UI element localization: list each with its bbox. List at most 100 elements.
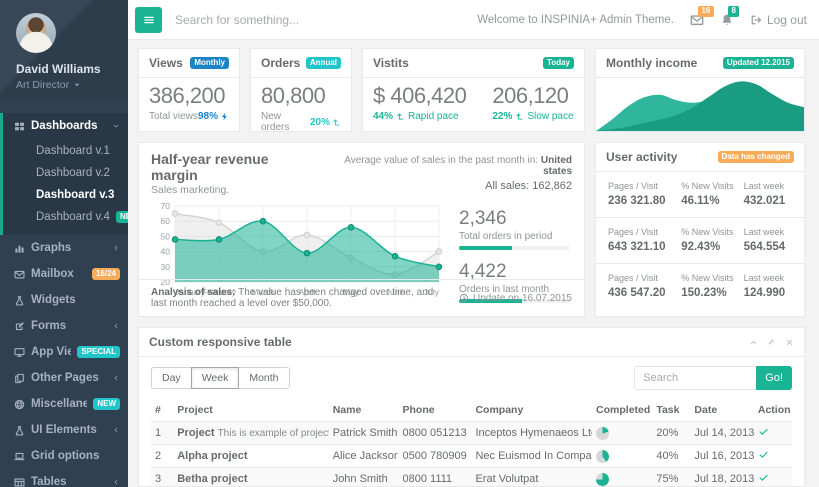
activity-stat-value: 436 547.20 (608, 287, 675, 299)
visits-title: Vistits (373, 56, 409, 70)
cell-company: Nec Euismod In Company (471, 445, 592, 468)
sidebar-item-app-views[interactable]: App ViewsSPECIAL (3, 339, 128, 365)
sidebar: David Williams Art Director DashboardsDa… (0, 0, 128, 487)
sidebar-subitem-dashboard-v-2[interactable]: Dashboard v.2 (3, 162, 128, 184)
sidebar-subitem-dashboard-v-3[interactable]: Dashboard v.3 (3, 184, 128, 206)
sidebar-item-forms[interactable]: Forms (3, 313, 128, 339)
chevron-left-icon (112, 244, 120, 252)
cell-name: Alice Jackson (329, 445, 399, 468)
chevron-left-icon (112, 322, 120, 330)
orders-badge: Annual (306, 57, 341, 69)
visits-value-left: $ 406,420 (373, 83, 466, 109)
minimize-sidebar-button[interactable] (135, 7, 162, 33)
sidebar-item-label: Other Pages (31, 372, 106, 384)
table-row: 2Alpha projectAlice Jackson0500 780909Ne… (151, 445, 792, 468)
views-card: Views Monthly 386,200 Total views 98% (138, 48, 240, 132)
table-search-go-button[interactable]: Go! (756, 366, 792, 390)
logout-button[interactable]: Log out (750, 13, 807, 27)
globe-icon (14, 399, 25, 410)
collapse-icon[interactable] (749, 338, 758, 347)
panel-tools (749, 338, 794, 347)
chevron-down-icon (112, 122, 120, 130)
check-icon[interactable] (758, 426, 769, 437)
svg-text:70: 70 (161, 201, 171, 211)
sidebar-item-grid-options[interactable]: Grid options (3, 443, 128, 469)
completed-pie-chart (596, 473, 609, 486)
sidebar-item-graphs[interactable]: Graphs (3, 235, 128, 261)
views-value: 386,200 (149, 83, 229, 109)
user-role-dropdown[interactable]: Art Director (16, 79, 120, 91)
avatar[interactable] (16, 13, 56, 53)
sidebar-item-tables[interactable]: Tables (3, 469, 128, 487)
monthly-income-card: Monthly income Updated 12.2015 (595, 48, 805, 132)
orders-value: 80,800 (261, 83, 341, 109)
level-up-icon (515, 112, 524, 121)
sidebar-subitem-dashboard-v-1[interactable]: Dashboard v.1 (3, 140, 128, 162)
filter-month-button[interactable]: Month (238, 367, 289, 389)
col-action: Action (754, 399, 792, 422)
middle-row: Half-year revenue margin Sales marketing… (138, 142, 805, 317)
stat-cards-row: Views Monthly 386,200 Total views 98% Or… (138, 48, 805, 132)
cell-date: Jul 14, 2013 (690, 422, 753, 445)
visits-card: Vistits Today $ 406,420 44%Rapid pace 20… (362, 48, 585, 132)
sidebar-group-ui-elements: UI Elements (0, 417, 128, 443)
income-area-chart (596, 78, 804, 131)
sidebar-item-ui-elements[interactable]: UI Elements (3, 417, 128, 443)
col-company: Company (471, 399, 592, 422)
sidebar-group-other-pages: Other Pages (0, 365, 128, 391)
table-search-input[interactable] (634, 366, 756, 390)
activity-stat-value: 564.554 (744, 241, 792, 253)
activity-stat-label: Last week (744, 273, 792, 283)
sidebar-item-label: Grid options (31, 450, 120, 462)
topbar-search-input[interactable] (173, 12, 466, 28)
filter-week-button[interactable]: Week (191, 367, 240, 389)
bolt-icon (220, 112, 229, 121)
activity-stat-label: % New Visits (681, 181, 737, 191)
sidebar-item-other-pages[interactable]: Other Pages (3, 365, 128, 391)
activity-row: Pages / Visit236 321.80% New Visits46.11… (596, 172, 804, 218)
visits-label-right: Slow pace (527, 111, 573, 122)
caret-down-icon (73, 81, 81, 89)
sidebar-item-mailbox[interactable]: Mailbox16/24 (3, 261, 128, 287)
sidebar-item-miscellaneous[interactable]: MiscellaneousNEW (3, 391, 128, 417)
close-icon[interactable] (785, 338, 794, 347)
cell-phone: 0800 051213 (398, 422, 471, 445)
sidebar-item-widgets[interactable]: Widgets (3, 287, 128, 313)
sidebar-item-dashboards[interactable]: Dashboards (3, 113, 128, 139)
messages-count-badge: 16 (698, 6, 714, 17)
user-activity-rows: Pages / Visit236 321.80% New Visits46.11… (596, 172, 804, 309)
check-icon[interactable] (758, 449, 769, 460)
user-role-label: Art Director (16, 79, 69, 91)
cell-action (754, 468, 792, 487)
visits-stat-left: 44% (373, 111, 393, 122)
check-icon[interactable] (758, 472, 769, 483)
wrench-icon[interactable] (767, 338, 776, 347)
views-stat: 98% (198, 111, 218, 122)
activity-stat-label: Pages / Visit (608, 181, 675, 191)
cell-action (754, 422, 792, 445)
sidebar-subitem-dashboard-v-4[interactable]: Dashboard v.4NEW (3, 206, 128, 228)
activity-stat: Last week432.021 (744, 181, 792, 207)
income-badge: Updated 12.2015 (723, 57, 794, 69)
messages-button[interactable]: 16 (690, 13, 704, 27)
grid-icon (14, 121, 25, 132)
sidebar-item-label: UI Elements (31, 424, 106, 436)
visits-value-right: 206,120 (492, 83, 573, 109)
pencil-icon (14, 321, 25, 332)
visits-label-left: Rapid pace (408, 111, 459, 122)
revenue-subtitle: Sales marketing. (151, 184, 317, 196)
sidebar-group-tables: Tables (0, 469, 128, 487)
col-completed: Completed (592, 399, 652, 422)
content: Views Monthly 386,200 Total views 98% Or… (128, 40, 819, 487)
revenue-note-country: United states (541, 155, 572, 177)
svg-text:30: 30 (161, 262, 171, 272)
filter-day-button[interactable]: Day (151, 367, 192, 389)
cell-project: Project This is example of project (173, 422, 328, 445)
notifications-button[interactable]: 8 (720, 13, 734, 27)
cell-phone: 0500 780909 (398, 445, 471, 468)
activity-stat-label: Last week (744, 227, 792, 237)
activity-stat-value: 150.23% (681, 287, 737, 299)
views-label: Total views (149, 111, 198, 122)
table-icon (14, 477, 25, 487)
table-panel: Custom responsive table DayWeekMonth Go! (138, 327, 805, 487)
